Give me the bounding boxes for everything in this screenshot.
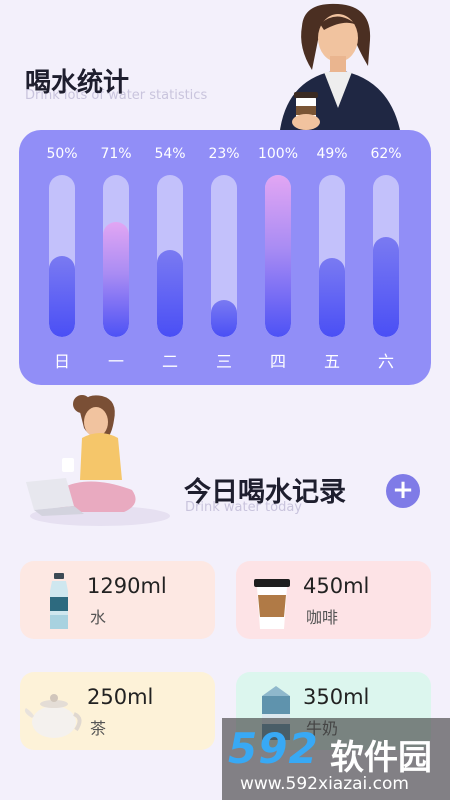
bar-day-label: 五 [323, 352, 340, 371]
bar-column: 100% 四 [258, 130, 298, 385]
bar-percent-label: 100% [257, 146, 299, 162]
bar-day-label: 四 [269, 352, 286, 371]
watermark-url: www.592xiazai.com [240, 774, 409, 794]
record-name: 茶 [90, 719, 107, 738]
bar-track [319, 175, 345, 337]
bar-column: 49% 五 [312, 130, 352, 385]
businesswoman-illustration [280, 3, 400, 130]
record-card-tea[interactable]: 250ml 茶 [20, 672, 215, 750]
bar-fill [49, 256, 75, 337]
bar-column: 71% 一 [96, 130, 136, 385]
bar-day-label: 六 [377, 352, 394, 371]
bar-column: 62% 六 [366, 130, 406, 385]
stats-title: 喝水统计 [25, 68, 130, 98]
record-name: 咖啡 [306, 608, 339, 627]
bar-percent-label: 49% [316, 146, 348, 162]
bar-fill [211, 300, 237, 337]
sitting-girl-illustration [26, 395, 170, 526]
bar-day-label: 三 [215, 352, 232, 371]
bar-percent-label: 54% [154, 146, 186, 162]
bar-track [211, 175, 237, 337]
record-card-water[interactable]: 1290ml 水 [20, 561, 215, 639]
bar-track [265, 175, 291, 337]
water-bottle-icon [50, 573, 68, 629]
record-card-coffee[interactable]: 450ml 咖啡 [236, 561, 431, 639]
bar-track [157, 175, 183, 337]
bar-percent-label: 62% [370, 146, 402, 162]
bar-day-label: 一 [107, 352, 124, 371]
watermark-logo: 592 [228, 724, 319, 773]
bar-track [373, 175, 399, 337]
bar-fill [373, 237, 399, 337]
teapot-icon [24, 694, 82, 738]
bar-day-label: 日 [53, 352, 70, 371]
bar-column: 54% 二 [150, 130, 190, 385]
record-amount: 1290ml [87, 574, 167, 598]
bar-percent-label: 50% [46, 146, 78, 162]
record-amount: 450ml [303, 574, 370, 598]
bar-fill [103, 222, 129, 337]
bar-fill [319, 258, 345, 337]
bar-column: 50% 日 [42, 130, 82, 385]
weekly-stats-card: 50% 日 71% 一 54% 二 23% 三 100% 四 49% 五 62% 六 [19, 130, 431, 385]
bar-column: 23% 三 [204, 130, 244, 385]
bar-track [103, 175, 129, 337]
today-title: 今日喝水记录 [184, 477, 346, 508]
bar-fill [265, 175, 291, 337]
plus-icon: + [392, 475, 414, 505]
bar-percent-label: 71% [100, 146, 132, 162]
record-name: 水 [90, 608, 107, 627]
record-amount: 250ml [87, 685, 154, 709]
bar-fill [157, 250, 183, 337]
watermark-name: 软件园 [330, 738, 432, 778]
bar-track [49, 175, 75, 337]
add-record-button[interactable]: + [386, 474, 420, 508]
site-watermark: 592 软件园 www.592xiazai.com [222, 718, 450, 800]
bar-day-label: 二 [161, 352, 178, 371]
record-amount: 350ml [303, 685, 370, 709]
coffee-cup-icon [254, 579, 290, 629]
bar-percent-label: 23% [208, 146, 240, 162]
